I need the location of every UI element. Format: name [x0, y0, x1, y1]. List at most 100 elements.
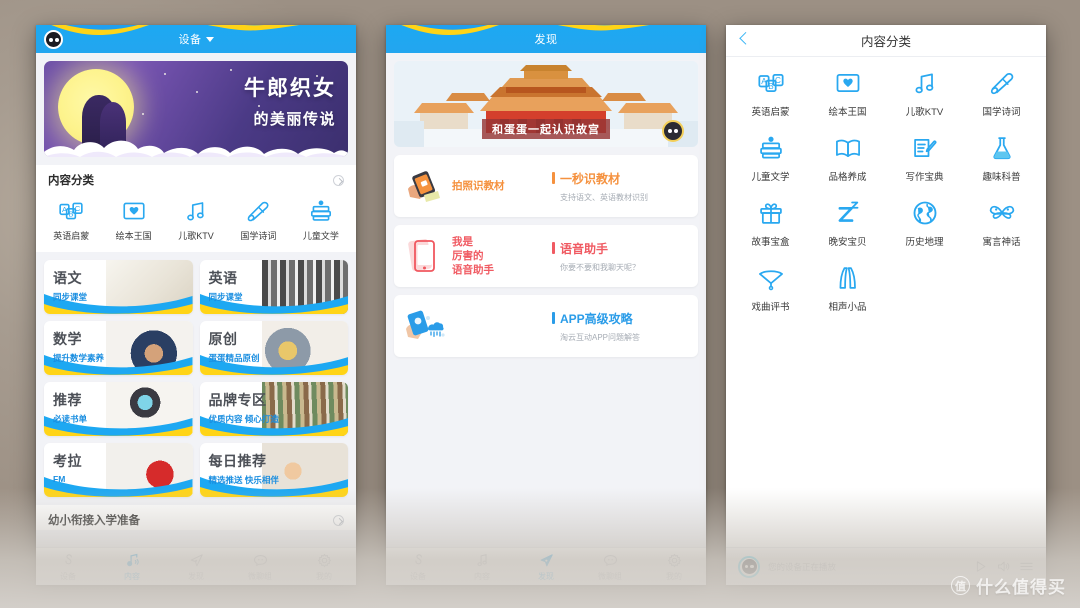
play-icon[interactable] — [973, 559, 988, 574]
screenshot-stage: 设备 牛郎织女 的美丽传说 内容分类 A B C 英语启蒙 绘本王国 儿歌KTV… — [0, 0, 1080, 608]
card-title: 品牌专区 — [208, 392, 267, 408]
category-item-literature[interactable]: 儿童文学 — [290, 198, 352, 242]
picture-book-heart-icon — [836, 73, 859, 93]
tab-mine[interactable]: 我的 — [292, 552, 356, 582]
content-card[interactable]: 品牌专区 优质内容 倾心打造 — [199, 382, 348, 436]
accent-bar — [552, 172, 555, 184]
sleep-z-icon — [838, 201, 858, 222]
grid-category-fable[interactable]: 寓言神话 — [963, 199, 1040, 248]
tab-discover[interactable]: 发现 — [164, 552, 228, 582]
card-subtitle: 优质内容 倾心打造 — [208, 414, 279, 424]
category-label: 绘本王国 — [115, 231, 152, 241]
tab-discover[interactable]: 发现 — [514, 552, 578, 582]
grid-category-storybox[interactable]: 故事宝盒 — [732, 199, 809, 248]
scroll-icon — [990, 73, 1013, 95]
content-card[interactable]: 语文 同步课堂 — [44, 260, 193, 314]
discover-banner[interactable]: 和蛋蛋一起认识故宫 — [394, 61, 698, 147]
phone1-header: 设备 — [36, 25, 356, 53]
category-item-poetry[interactable]: 国学诗词 — [227, 198, 289, 242]
grid-category-opera[interactable]: 戏曲评书 — [732, 264, 809, 313]
card-title: 推荐 — [53, 392, 82, 408]
category-label: 戏曲评书 — [751, 302, 790, 313]
content-card[interactable]: 原创 蛋蛋精品原创 — [199, 321, 348, 375]
category-item-picturebook[interactable]: 绘本王国 — [102, 198, 164, 242]
content-card[interactable]: 数学 提升数学素养 — [44, 321, 193, 375]
discover-card[interactable]: 我是 厉害的 语音助手 语音助手 你要不要和我聊天呢？ — [394, 225, 698, 287]
tab-content[interactable]: 内容 — [100, 552, 164, 582]
grid-category-ktv[interactable]: 儿歌KTV — [886, 69, 963, 118]
scroll-icon — [248, 201, 269, 222]
content-card[interactable]: 英语 同步课堂 — [199, 260, 348, 314]
grid-category-goodnight[interactable]: 晚安宝贝 — [809, 199, 886, 248]
card-subtitle: 提升数学素养 — [53, 353, 105, 363]
grid-category-history[interactable]: 历史地理 — [886, 199, 963, 248]
tab-label: 我的 — [666, 571, 682, 581]
category-label: 国学诗词 — [982, 107, 1021, 118]
card-subtitle: 蛋蛋精品原创 — [208, 353, 260, 363]
grid-category-science[interactable]: 趣味科普 — [963, 134, 1040, 183]
category-label: 儿歌KTV — [905, 107, 944, 118]
promo-banner[interactable]: 牛郎织女 的美丽传说 — [44, 61, 348, 157]
category-label: 儿童文学 — [302, 231, 339, 241]
content-card[interactable]: 考拉 FM — [44, 443, 193, 497]
robot-avatar-icon[interactable] — [44, 30, 63, 49]
card-title: 数学 — [53, 331, 82, 347]
content-card[interactable]: 每日推荐 精选推送 快乐相伴 — [199, 443, 348, 497]
phone-screen-discover: 发现 和蛋蛋一起认识故宫 拍照识教材 一秒识教材 支持语文、英语教材识别 我是 … — [386, 25, 706, 585]
category-item-english[interactable]: A B C 英语启蒙 — [40, 198, 102, 242]
chevron-right-circle-icon[interactable] — [333, 514, 344, 526]
banner-caption: 和蛋蛋一起认识故宫 — [482, 119, 610, 139]
back-chevron-icon[interactable] — [739, 31, 753, 45]
grid-category-writing[interactable]: 写作宝典 — [886, 134, 963, 183]
discover-card[interactable]: 拍照识教材 一秒识教材 支持语文、英语教材识别 — [394, 155, 698, 217]
card-title: APP高级攻略 — [560, 311, 633, 326]
egg-mascot-icon — [662, 120, 684, 142]
tab-device[interactable]: 设备 — [386, 552, 450, 582]
globe-icon — [913, 201, 936, 225]
tab-label: 微聊组 — [598, 571, 622, 581]
grid-category-picturebook[interactable]: 绘本王国 — [809, 69, 886, 118]
tab-device[interactable]: 设备 — [36, 552, 100, 582]
category-label: 寓言神话 — [982, 237, 1021, 248]
gear-icon — [317, 553, 331, 567]
device-selector[interactable]: 设备 — [179, 31, 214, 47]
chevron-down-icon — [205, 36, 214, 42]
music-note-icon — [476, 553, 487, 566]
phone2-body: 和蛋蛋一起认识故宫 拍照识教材 一秒识教材 支持语文、英语教材识别 我是 厉害的… — [386, 53, 706, 547]
robot-avatar-icon[interactable] — [738, 555, 760, 578]
phone-screen-content: 设备 牛郎织女 的美丽传说 内容分类 A B C 英语启蒙 绘本王国 儿歌KTV… — [36, 25, 356, 585]
hand-phone-cloud-icon — [406, 310, 445, 339]
banner-line-1: 牛郎织女 — [244, 77, 336, 100]
grid-category-comedy[interactable]: 相声小品 — [809, 264, 886, 313]
tab-chatgroup[interactable]: 微聊组 — [228, 552, 292, 582]
category-label: 国学诗词 — [240, 231, 277, 241]
playlist-icon[interactable] — [1019, 559, 1034, 574]
grid-category-english[interactable]: A B C 英语启蒙 — [732, 69, 809, 118]
grid-category-literature[interactable]: 儿童文学 — [732, 134, 809, 183]
gear-icon — [667, 553, 681, 567]
chevron-right-circle-icon[interactable] — [333, 174, 344, 186]
paper-plane-icon — [540, 553, 553, 566]
section-header-school-prep[interactable]: 幼小衔接入学准备 — [36, 505, 356, 530]
category-label: 儿歌KTV — [178, 231, 214, 241]
player-status-text: 您的设备正在播放 — [768, 561, 837, 572]
category-item-ktv[interactable]: 儿歌KTV — [165, 198, 227, 242]
abc-blocks-icon: A B C — [59, 202, 83, 220]
grid-category-poetry[interactable]: 国学诗词 — [963, 69, 1040, 118]
discover-card[interactable]: APP高级攻略 淘云互动APP问题解答 — [394, 295, 698, 357]
category-row: A B C 英语启蒙 绘本王国 儿歌KTV 国学诗词 儿童文学 — [36, 190, 356, 252]
watermark: 值 什么值得买 — [951, 573, 1066, 598]
phone1-body: 牛郎织女 的美丽传说 内容分类 A B C 英语启蒙 绘本王国 儿歌KTV 国学… — [36, 53, 356, 547]
card-subtitle: 同步课堂 — [53, 292, 88, 302]
content-card[interactable]: 推荐 必读书单 — [44, 382, 193, 436]
tab-content[interactable]: 内容 — [450, 552, 514, 582]
tab-label: 设备 — [60, 571, 76, 581]
tab-mine[interactable]: 我的 — [642, 552, 706, 582]
tab-chatgroup[interactable]: 微聊组 — [578, 552, 642, 582]
grid-category-character[interactable]: 品格养成 — [809, 134, 886, 183]
volume-icon[interactable] — [996, 559, 1011, 574]
watermark-logo-icon: 值 — [951, 576, 970, 595]
section-header-content-categories[interactable]: 内容分类 — [36, 165, 356, 190]
phone3-header: 内容分类 — [726, 25, 1046, 57]
svg-text:C: C — [775, 76, 781, 85]
